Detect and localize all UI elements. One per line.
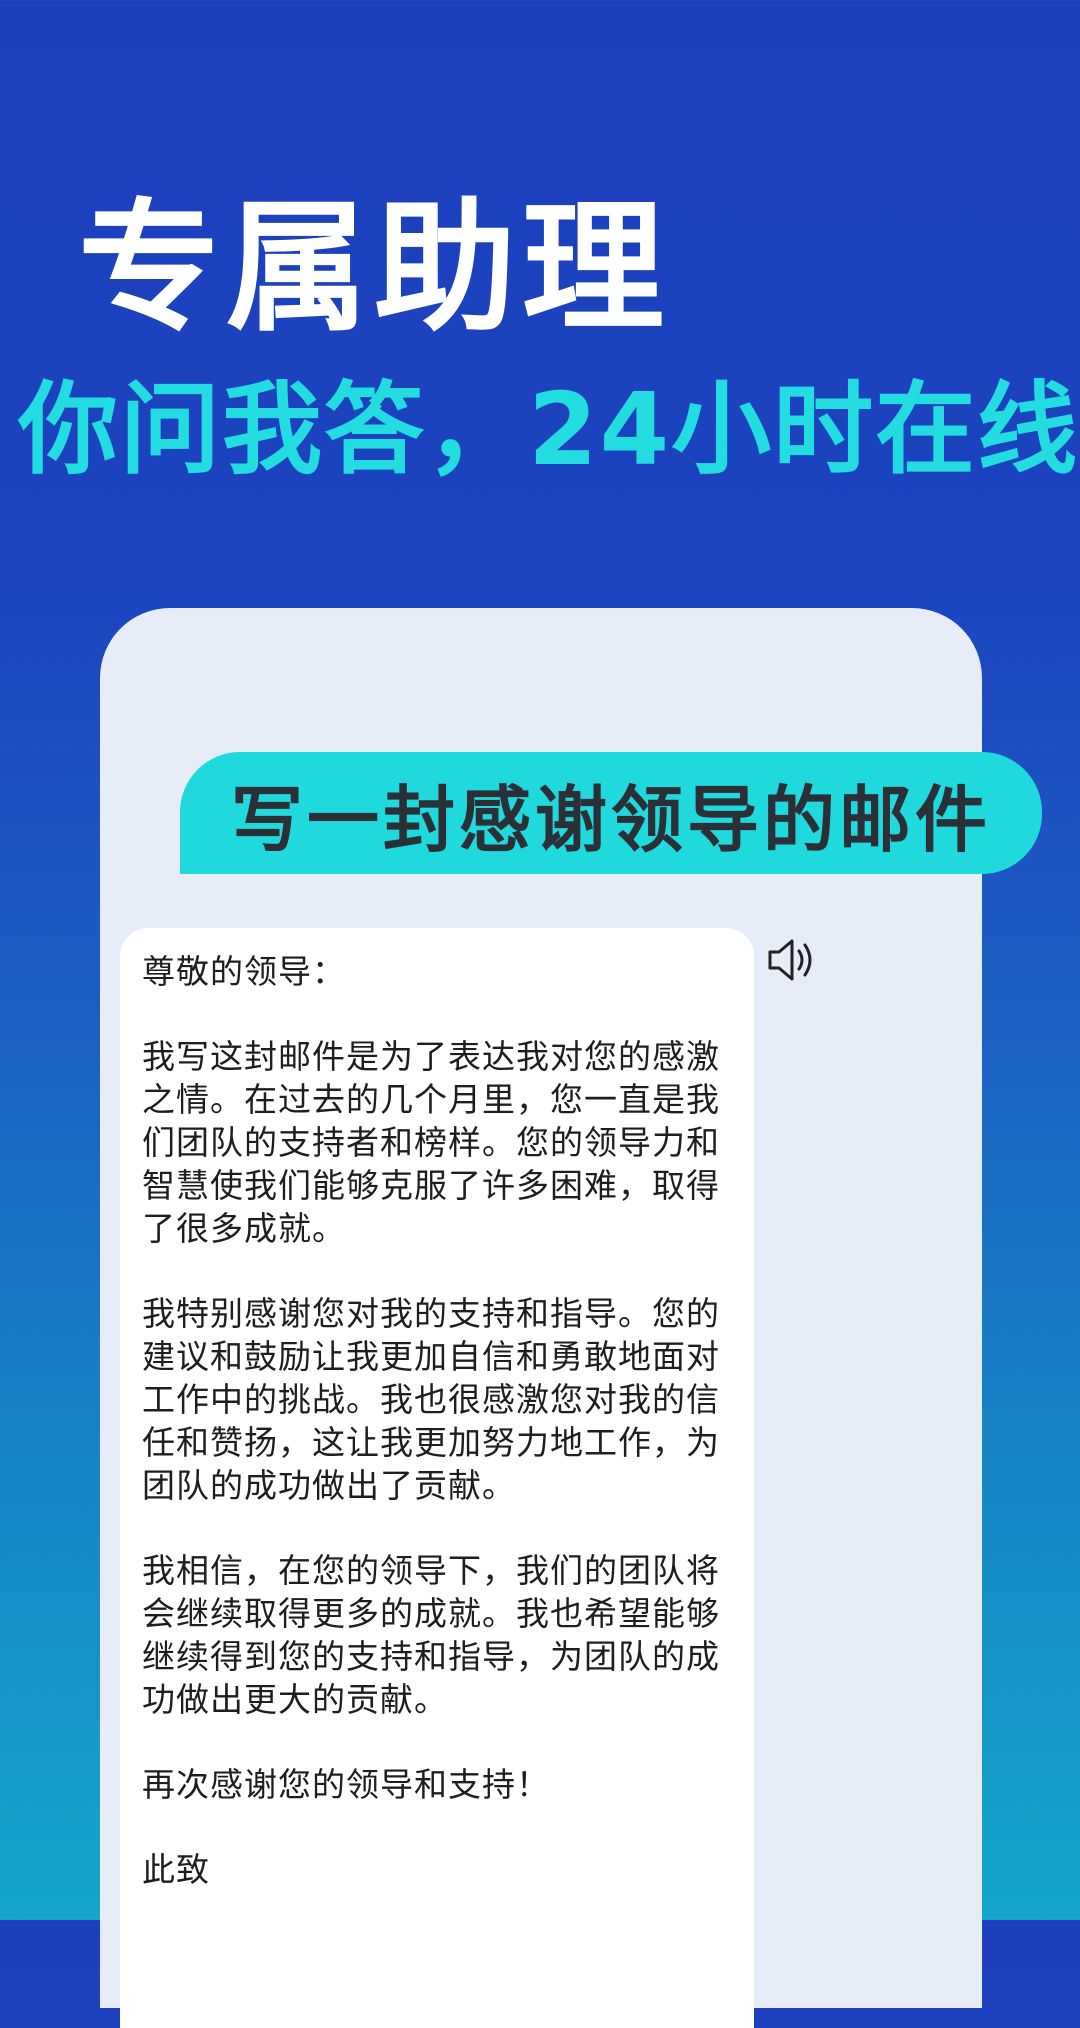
user-message-text: 写一封感谢领导的邮件 [230, 777, 991, 862]
reply-paragraph: 再次感谢您的领导和支持！ [142, 1765, 550, 1804]
reply-paragraph: 我特别感谢您对我的支持和指导。您的建议和鼓励让我更加自信和勇敢地面对工作中的挑战… [142, 1294, 720, 1505]
speaker-icon[interactable] [766, 936, 816, 984]
page-title: 专属助理 [78, 186, 670, 351]
page-subtitle: 你问我答，24小时在线 [18, 371, 1080, 488]
user-message-bubble: 写一封感谢领导的邮件 [180, 752, 1042, 874]
reply-paragraph: 我写这封邮件是为了表达我对您的感激之情。在过去的几个月里，您一直是我们团队的支持… [142, 1037, 720, 1248]
reply-paragraph: 尊敬的领导： [142, 952, 346, 991]
assistant-reply-bubble: 尊敬的领导： 我写这封邮件是为了表达我对您的感激之情。在过去的几个月里，您一直是… [120, 928, 754, 2028]
reply-paragraph: 此致 [142, 1850, 210, 1889]
reply-paragraph: 我相信，在您的领导下，我们的团队将会继续取得更多的成就。我也希望能够继续得到您的… [142, 1551, 720, 1719]
